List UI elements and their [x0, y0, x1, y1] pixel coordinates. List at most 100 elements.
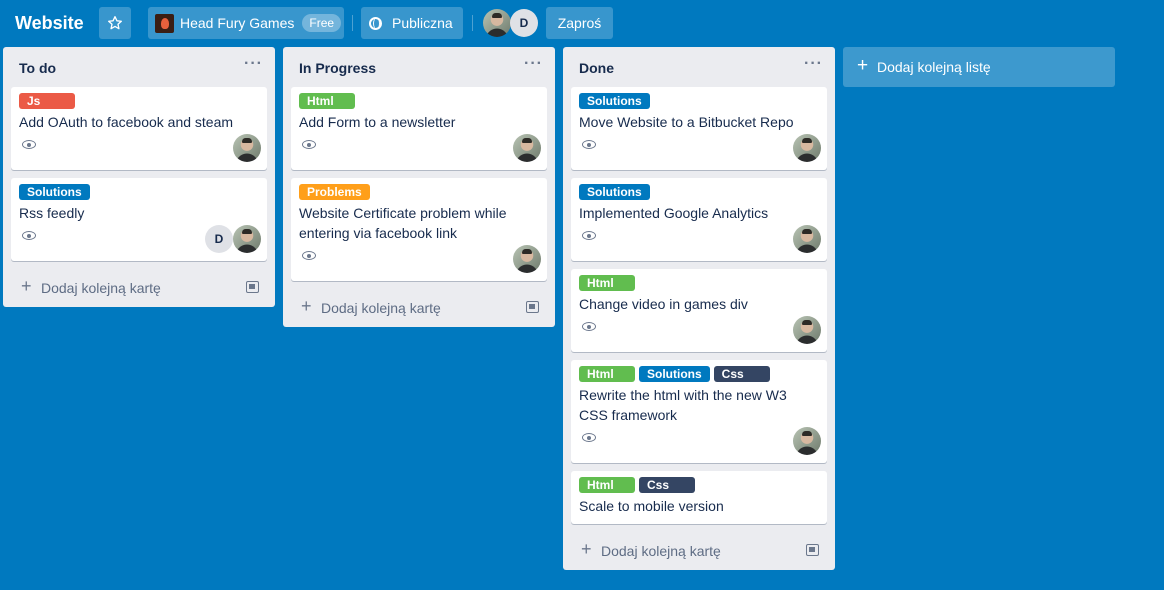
- card-member-avatar[interactable]: [233, 225, 261, 253]
- card-member-avatar[interactable]: [513, 245, 541, 273]
- plus-icon: +: [581, 539, 592, 559]
- header-divider: [352, 15, 353, 31]
- card-label[interactable]: Css: [713, 366, 770, 382]
- member-avatar[interactable]: [483, 9, 511, 37]
- card-member-avatar[interactable]: [513, 134, 541, 162]
- card-label[interactable]: Solutions: [19, 184, 90, 200]
- card-labels: Solutions: [579, 184, 819, 200]
- card-label[interactable]: Solutions: [579, 184, 650, 200]
- card-title: Move Website to a Bitbucket Repo: [579, 114, 794, 130]
- card-template-icon[interactable]: [246, 281, 259, 293]
- plus-icon: +: [857, 55, 869, 76]
- card-badges: [579, 425, 821, 455]
- card-label[interactable]: Html: [579, 275, 635, 291]
- card-title: Website Certificate problem while enteri…: [299, 205, 507, 241]
- card-member-avatar[interactable]: [793, 225, 821, 253]
- card-title: Scale to mobile version: [579, 498, 724, 514]
- invite-button[interactable]: Zaproś: [546, 7, 613, 39]
- plus-icon: +: [21, 276, 32, 296]
- card[interactable]: Html Change video in games div: [571, 269, 827, 352]
- card-labels: Js: [19, 93, 259, 109]
- card-member-avatar[interactable]: [793, 427, 821, 455]
- card-labels: Html Solutions Css: [579, 366, 819, 382]
- card-badges: [299, 243, 541, 273]
- globe-icon: [369, 16, 382, 30]
- eye-icon: [302, 249, 316, 261]
- card-badges: [579, 314, 821, 344]
- card-label[interactable]: Problems: [299, 184, 370, 200]
- board-header: Website Head Fury Games Free Publiczna D…: [0, 0, 1164, 46]
- list-menu-icon[interactable]: ···: [804, 55, 823, 73]
- visibility-label: Publiczna: [392, 15, 453, 31]
- add-card-label: Dodaj kolejną kartę: [321, 300, 441, 316]
- card-member-avatar[interactable]: [793, 316, 821, 344]
- card-labels: Solutions: [19, 184, 259, 200]
- list-title[interactable]: In Progress: [299, 60, 376, 76]
- card-label[interactable]: Html: [299, 93, 355, 109]
- card[interactable]: Html Add Form to a newsletter: [291, 87, 547, 170]
- card-badges: [19, 132, 261, 162]
- add-card-button[interactable]: + Dodaj kolejną kartę: [283, 289, 555, 327]
- card[interactable]: Html Css Scale to mobile version: [571, 471, 827, 524]
- list-menu-icon[interactable]: ···: [524, 55, 543, 73]
- eye-icon: [302, 138, 316, 150]
- card[interactable]: Problems Website Certificate problem whi…: [291, 178, 547, 281]
- card-title: Rss feedly: [19, 205, 85, 221]
- plan-badge: Free: [302, 14, 342, 32]
- card-badges: [299, 132, 541, 162]
- member-avatar-initial[interactable]: D: [510, 9, 538, 37]
- card-title: Add Form to a newsletter: [299, 114, 456, 130]
- card[interactable]: Solutions Move Website to a Bitbucket Re…: [571, 87, 827, 170]
- team-button[interactable]: Head Fury Games Free: [148, 7, 344, 39]
- list-in-progress: In Progress ··· Html Add Form to a newsl…: [283, 47, 555, 327]
- list-header: Done ···: [563, 47, 835, 87]
- star-icon: [108, 16, 122, 30]
- eye-icon: [582, 229, 596, 241]
- card-member-initial[interactable]: D: [205, 225, 233, 253]
- card-badges: [579, 132, 821, 162]
- card[interactable]: Js Add OAuth to facebook and steam: [11, 87, 267, 170]
- card-labels: Html: [579, 275, 819, 291]
- card-title: Implemented Google Analytics: [579, 205, 769, 221]
- card-label[interactable]: Html: [579, 366, 635, 382]
- card[interactable]: Html Solutions Css Rewrite the html with…: [571, 360, 827, 463]
- list-header: In Progress ···: [283, 47, 555, 87]
- card-badges: [579, 223, 821, 253]
- card-labels: Solutions: [579, 93, 819, 109]
- card-member-avatar[interactable]: [233, 134, 261, 162]
- card-member-avatar[interactable]: [793, 134, 821, 162]
- eye-icon: [582, 431, 596, 443]
- list-menu-icon[interactable]: ···: [244, 55, 263, 73]
- list-done: Done ··· Solutions Move Website to a Bit…: [563, 47, 835, 570]
- card[interactable]: Solutions Rss feedly D: [11, 178, 267, 261]
- card-labels: Problems: [299, 184, 539, 200]
- visibility-button[interactable]: Publiczna: [361, 7, 463, 39]
- add-card-button[interactable]: + Dodaj kolejną kartę: [563, 532, 835, 570]
- list-title[interactable]: To do: [19, 60, 56, 76]
- card-template-icon[interactable]: [806, 544, 819, 556]
- star-button[interactable]: [99, 7, 131, 39]
- list-title[interactable]: Done: [579, 60, 614, 76]
- card-badges: D: [19, 223, 261, 253]
- card-labels: Html: [299, 93, 539, 109]
- list-header: To do ···: [3, 47, 275, 87]
- card-label[interactable]: Html: [579, 477, 635, 493]
- add-list-label: Dodaj kolejną listę: [877, 59, 991, 75]
- card-label[interactable]: Css: [639, 477, 695, 493]
- card-template-icon[interactable]: [526, 301, 539, 313]
- card-title: Change video in games div: [579, 296, 748, 312]
- add-card-label: Dodaj kolejną kartę: [601, 543, 721, 559]
- card-label[interactable]: Solutions: [579, 93, 650, 109]
- plus-icon: +: [301, 296, 312, 316]
- card-title: Rewrite the html with the new W3 CSS fra…: [579, 387, 787, 423]
- card-labels: Html Css: [579, 477, 819, 493]
- eye-icon: [582, 138, 596, 150]
- add-list-button[interactable]: + Dodaj kolejną listę: [843, 47, 1115, 87]
- card-label[interactable]: Solutions: [639, 366, 710, 382]
- eye-icon: [22, 138, 36, 150]
- team-logo: [155, 13, 174, 33]
- board-title[interactable]: Website: [15, 12, 84, 34]
- add-card-button[interactable]: + Dodaj kolejną kartę: [3, 269, 275, 307]
- card[interactable]: Solutions Implemented Google Analytics: [571, 178, 827, 261]
- card-label[interactable]: Js: [19, 93, 75, 109]
